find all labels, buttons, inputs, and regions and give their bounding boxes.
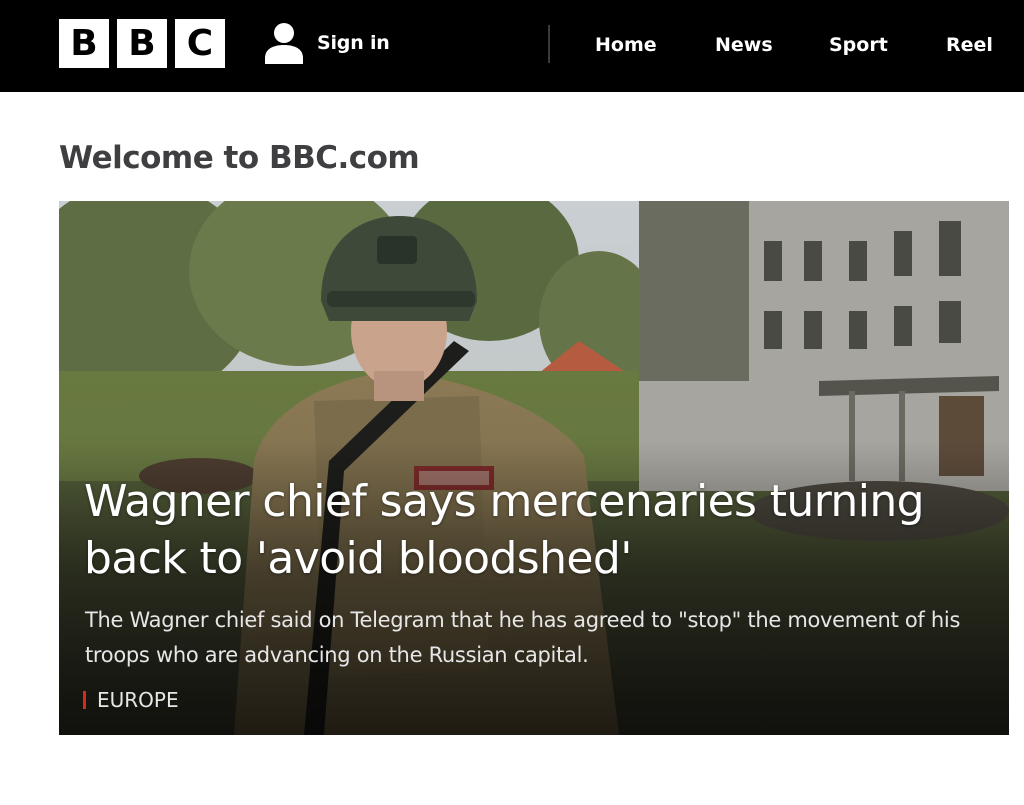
nav-reel[interactable]: Reel [946,28,993,62]
top-story-card[interactable]: Wagner chief says mercenaries turning ba… [59,201,1009,735]
logo-letter-c: C [175,19,225,68]
user-icon [265,23,303,64]
top-story-summary: The Wagner chief said on Telegram that h… [85,608,961,667]
tag-accent-bar [83,691,86,709]
logo-letter-b2: B [117,19,167,68]
logo-letter-b1: B [59,19,109,68]
nav-sport[interactable]: Sport [829,28,888,62]
tag-label: EUROPE [97,688,179,712]
nav-home[interactable]: Home [595,28,657,62]
nav-divider [548,25,550,63]
top-story-section-tag[interactable]: EUROPE [83,686,179,714]
sign-in-link[interactable]: Sign in [264,22,390,64]
page-title: Welcome to BBC.com [59,140,420,176]
bbc-logo[interactable]: B B C [59,19,225,68]
nav-news[interactable]: News [715,28,773,62]
masthead: B B C Sign in Home News Sport Reel [0,0,1024,92]
top-story-headline[interactable]: Wagner chief says mercenaries turning ba… [84,473,984,587]
sign-in-label: Sign in [317,32,390,54]
